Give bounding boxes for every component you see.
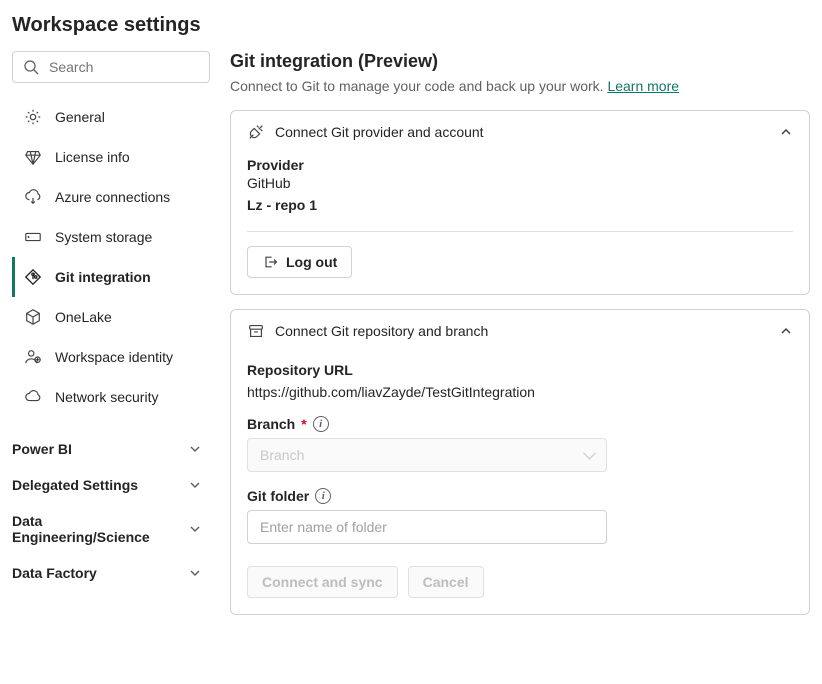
plug-icon (247, 123, 265, 141)
nav-label: Git integration (55, 269, 151, 285)
diamond-icon (23, 147, 43, 167)
section-label: Data Factory (12, 565, 97, 581)
provider-card-title: Connect Git provider and account (275, 124, 769, 140)
provider-card: Connect Git provider and account Provide… (230, 110, 810, 295)
page-title: Workspace settings (12, 14, 810, 37)
sidebar-section-delegated[interactable]: Delegated Settings (12, 467, 210, 503)
sidebar-item-general[interactable]: General (12, 97, 210, 137)
nav-label: Workspace identity (55, 349, 173, 365)
nav-label: Network security (55, 389, 158, 405)
storage-icon (23, 227, 43, 247)
search-input-wrapper[interactable] (12, 51, 210, 83)
onelake-icon (23, 307, 43, 327)
folder-label: Git folder (247, 488, 309, 504)
identity-icon (23, 347, 43, 367)
folder-label-row: Git folder i (247, 488, 793, 504)
section-label: Data Engineering/Science (12, 513, 162, 545)
sidebar-item-network[interactable]: Network security (12, 377, 210, 417)
branch-label-row: Branch * i (247, 416, 793, 432)
nav-label: License info (55, 149, 130, 165)
info-icon[interactable]: i (313, 416, 329, 432)
chevron-down-icon (188, 478, 202, 492)
logout-icon (262, 254, 278, 270)
sidebar-item-git[interactable]: Git integration (12, 257, 210, 297)
sidebar-section-data-factory[interactable]: Data Factory (12, 555, 210, 591)
chevron-down-icon (188, 522, 202, 536)
git-icon (23, 267, 43, 287)
info-icon[interactable]: i (315, 488, 331, 504)
logout-button[interactable]: Log out (247, 246, 352, 278)
section-label: Power BI (12, 441, 72, 457)
chevron-down-icon (188, 442, 202, 456)
repo-card-title: Connect Git repository and branch (275, 323, 769, 339)
sidebar-item-azure[interactable]: Azure connections (12, 177, 210, 217)
chevron-up-icon (779, 125, 793, 139)
provider-card-header[interactable]: Connect Git provider and account (231, 111, 809, 153)
repo-card-header[interactable]: Connect Git repository and branch (231, 310, 809, 352)
chevron-up-icon (779, 324, 793, 338)
nav-label: Azure connections (55, 189, 170, 205)
provider-value: GitHub (247, 175, 793, 191)
cloud-lock-icon (23, 387, 43, 407)
nav-label: OneLake (55, 309, 112, 325)
learn-more-link[interactable]: Learn more (607, 78, 679, 94)
divider (247, 231, 793, 232)
sidebar-section-powerbi[interactable]: Power BI (12, 431, 210, 467)
required-asterisk: * (301, 416, 306, 432)
chevron-down-icon (188, 566, 202, 580)
sidebar-item-storage[interactable]: System storage (12, 217, 210, 257)
connect-sync-button: Connect and sync (247, 566, 398, 598)
sidebar-item-license[interactable]: License info (12, 137, 210, 177)
provider-label: Provider (247, 157, 793, 173)
sidebar-section-data-eng[interactable]: Data Engineering/Science (12, 503, 210, 555)
cancel-button: Cancel (408, 566, 484, 598)
sidebar-item-onelake[interactable]: OneLake (12, 297, 210, 337)
search-icon (23, 59, 39, 75)
git-folder-input[interactable] (247, 510, 607, 544)
repo-url-value: https://github.com/liavZayde/TestGitInte… (247, 384, 793, 400)
main-content: Git integration (Preview) Connect to Git… (230, 51, 810, 629)
sidebar-item-identity[interactable]: Workspace identity (12, 337, 210, 377)
archive-icon (247, 322, 265, 340)
display-name: Lz - repo 1 (247, 197, 793, 213)
sidebar: General License info Azure connection (12, 51, 210, 591)
logout-label: Log out (286, 254, 337, 270)
nav-list: General License info Azure connection (12, 97, 210, 417)
section-label: Delegated Settings (12, 477, 138, 493)
branch-select: Branch (247, 438, 607, 472)
content-title: Git integration (Preview) (230, 51, 810, 72)
search-input[interactable] (47, 58, 232, 76)
nav-label: General (55, 109, 105, 125)
content-subtitle: Connect to Git to manage your code and b… (230, 78, 810, 94)
branch-label: Branch (247, 416, 295, 432)
repo-url-label: Repository URL (247, 362, 793, 378)
cloud-sync-icon (23, 187, 43, 207)
gear-icon (23, 107, 43, 127)
nav-label: System storage (55, 229, 152, 245)
repo-card: Connect Git repository and branch Reposi… (230, 309, 810, 615)
